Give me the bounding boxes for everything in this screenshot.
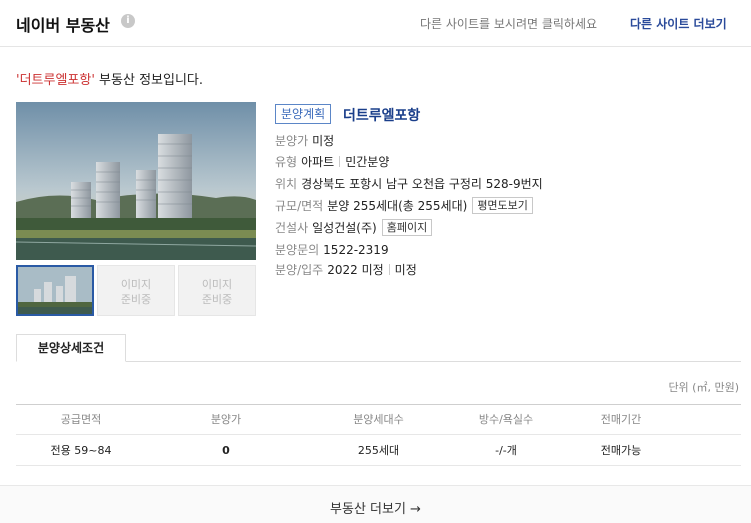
divider — [388, 264, 390, 275]
unit-label: 단위 (㎡, 만원) — [668, 381, 739, 394]
inquiry-row: 분양문의 1522-2319 — [275, 241, 389, 259]
table-cell: 0 — [222, 444, 230, 457]
scale-value: 분양 255세대(총 255세대) — [327, 199, 468, 213]
type-value: 아파트 — [301, 155, 335, 169]
table-cell: -/-개 — [495, 444, 517, 457]
header: 네이버 부동산 i 다른 사이트를 보시려면 클릭하세요 다른 사이트 더보기 — [0, 0, 751, 47]
builder-value: 일성건설(주) — [312, 221, 377, 235]
column-header: 분양세대수 — [353, 413, 404, 426]
price-label: 분양가 — [275, 134, 309, 148]
table-cell: 전용 59~84 — [50, 444, 112, 457]
sale-type-value: 민간분양 — [345, 155, 390, 169]
table-header-row: 공급면적 분양가 분양세대수 방수/욕실수 전매기간 — [16, 405, 741, 435]
intro-text: '더트루엘포항' 부동산 정보입니다. — [16, 69, 203, 88]
column-header: 전매기간 — [600, 413, 642, 426]
inquiry-value: 1522-2319 — [323, 243, 389, 257]
type-label: 유형 — [275, 155, 298, 169]
thumbnail-placeholder: 이미지 준비중 — [201, 278, 233, 306]
inquiry-label: 분양문의 — [275, 243, 320, 257]
location-row: 위치 경상북도 포항시 남구 오천읍 구정리 528-9번지 — [275, 175, 543, 193]
thumbnail-3[interactable]: 이미지 준비중 — [178, 265, 256, 316]
status-badge: 분양계획 — [275, 104, 332, 124]
table-cell: 255세대 — [357, 444, 400, 457]
builder-row: 건설사 일성건설(주) 홈페이지 — [275, 219, 433, 237]
move-in-value: 2022 미정 — [327, 263, 384, 277]
thumbnail-1[interactable] — [16, 265, 94, 316]
table-cell: 전매가능 — [600, 444, 642, 457]
price-value: 미정 — [312, 134, 335, 148]
scale-label: 규모/면적 — [275, 199, 324, 213]
column-header: 방수/욕실수 — [478, 413, 534, 426]
type-row: 유형 아파트 민간분양 — [275, 153, 389, 171]
apartment-thumbnail — [18, 267, 92, 314]
homepage-button[interactable]: 홈페이지 — [381, 219, 433, 236]
move-in-row: 분양/입주 2022 미정 미정 — [275, 261, 417, 279]
page-title: 네이버 부동산 — [16, 16, 110, 35]
table-row: 전용 59~84 0 255세대 -/-개 전매가능 — [16, 436, 741, 466]
builder-label: 건설사 — [275, 221, 309, 235]
project-name[interactable]: 더트루엘포항 — [343, 105, 420, 125]
footer: 부동산 더보기 → — [0, 485, 751, 523]
apartment-rendering — [16, 102, 256, 260]
main-photo[interactable] — [16, 102, 256, 260]
scale-row: 규모/면적 분양 255세대(총 255세대) 평면도보기 — [275, 197, 533, 215]
sale-details-table: 공급면적 분양가 분양세대수 방수/욕실수 전매기간 전용 59~84 0 25… — [16, 404, 741, 466]
intro-suffix: 부동산 정보입니다. — [94, 73, 203, 88]
intro-project-name: '더트루엘포항' — [16, 73, 95, 88]
move-in-value-2: 미정 — [394, 263, 417, 277]
more-sites-link[interactable]: 다른 사이트 더보기 — [630, 15, 727, 32]
price-row: 분양가 미정 — [275, 132, 334, 150]
location-value: 경상북도 포항시 남구 오천읍 구정리 528-9번지 — [301, 177, 543, 191]
column-header: 분양가 — [210, 413, 242, 426]
thumbnail-2[interactable]: 이미지 준비중 — [97, 265, 175, 316]
more-real-estate-link[interactable]: 부동산 더보기 → — [0, 498, 751, 517]
info-icon[interactable]: i — [121, 14, 135, 28]
location-label: 위치 — [275, 177, 298, 191]
divider — [339, 156, 341, 167]
move-in-label: 분양/입주 — [275, 263, 324, 277]
column-header: 공급면적 — [60, 413, 102, 426]
thumbnail-placeholder: 이미지 준비중 — [120, 278, 152, 306]
floor-plan-button[interactable]: 평면도보기 — [472, 197, 533, 214]
tab-sale-details[interactable]: 분양상세조건 — [16, 334, 126, 362]
header-hint: 다른 사이트를 보시려면 클릭하세요 — [420, 17, 598, 31]
